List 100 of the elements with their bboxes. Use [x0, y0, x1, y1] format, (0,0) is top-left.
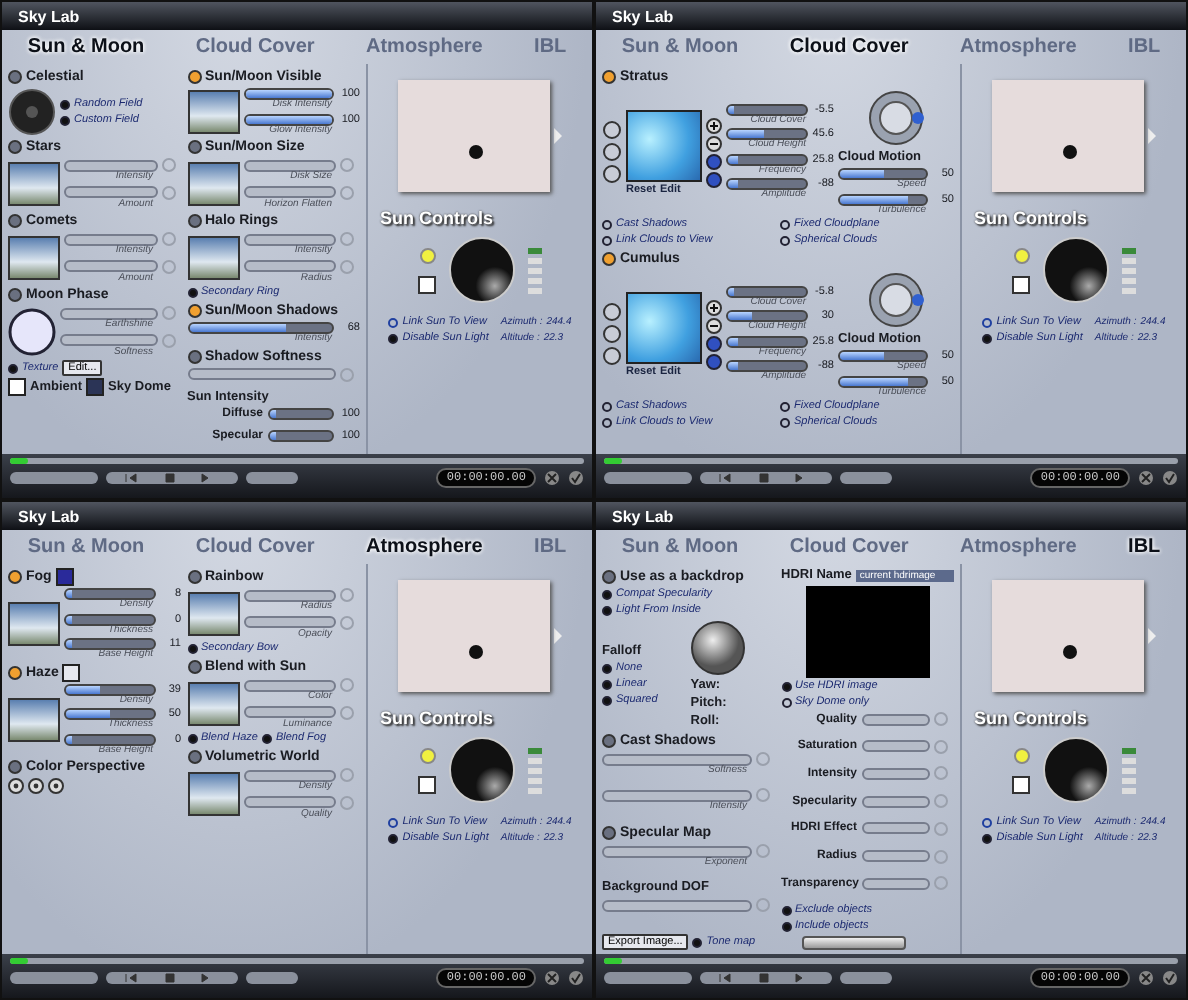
radio-dot-icon[interactable] — [602, 220, 612, 230]
checkbox[interactable] — [418, 275, 436, 293]
color-swatch[interactable] — [86, 378, 104, 396]
indicator-light-icon[interactable] — [602, 70, 616, 84]
radio-dot-icon[interactable] — [602, 236, 612, 246]
radio-dot-icon[interactable] — [982, 818, 993, 828]
slider[interactable] — [64, 708, 155, 720]
sun-dot-icon[interactable] — [1062, 144, 1078, 160]
checkbox[interactable] — [1012, 775, 1030, 793]
dropdown-menu[interactable] — [801, 936, 905, 951]
slider[interactable] — [726, 335, 808, 347]
toolbar-buttons[interactable] — [604, 472, 692, 484]
slider[interactable] — [726, 153, 808, 165]
radio-dot-icon[interactable] — [781, 906, 791, 917]
indicator-light-icon[interactable] — [187, 660, 201, 674]
frame-stepper[interactable] — [246, 472, 298, 484]
toolbar-buttons[interactable] — [604, 972, 692, 984]
playback-controls[interactable] — [700, 472, 832, 484]
indicator-light-icon[interactable] — [187, 570, 201, 584]
indicator-light-icon[interactable] — [187, 750, 201, 764]
radio-dot-icon[interactable] — [602, 590, 612, 600]
playback-controls[interactable] — [700, 972, 832, 984]
sun-dial[interactable] — [1042, 736, 1110, 804]
direction-dial[interactable] — [866, 88, 926, 148]
timeline-slider[interactable] — [604, 458, 1178, 464]
radio-dot-icon[interactable] — [781, 682, 791, 692]
sun-dot-icon[interactable] — [468, 144, 484, 160]
slider[interactable] — [726, 128, 808, 140]
radio-dot-icon[interactable] — [388, 318, 399, 328]
indicator-light-icon[interactable] — [602, 252, 616, 266]
radio-dot-icon[interactable] — [602, 663, 612, 673]
timeline-slider[interactable] — [604, 958, 1178, 964]
radio-dot-icon[interactable] — [982, 318, 993, 328]
slider[interactable] — [187, 322, 334, 334]
check-icon[interactable] — [568, 970, 584, 986]
slider[interactable] — [267, 407, 334, 420]
indicator-light-icon[interactable] — [8, 214, 22, 228]
indicator-light-icon[interactable] — [187, 140, 201, 154]
indicator-light-icon[interactable] — [187, 304, 201, 318]
frame-stepper[interactable] — [840, 472, 892, 484]
tab[interactable]: Cloud Cover — [785, 536, 913, 558]
minus-icon[interactable] — [706, 135, 722, 151]
slider[interactable] — [838, 168, 928, 180]
slider[interactable] — [64, 683, 155, 695]
plus-icon[interactable] — [706, 117, 722, 133]
frame-stepper[interactable] — [840, 972, 892, 984]
radio-dot-icon[interactable] — [60, 115, 70, 125]
direction-dial[interactable] — [866, 270, 926, 330]
tab[interactable]: Cloud Cover — [191, 536, 319, 558]
radio-dot-icon[interactable] — [781, 922, 791, 933]
indicator-light-icon[interactable] — [8, 288, 22, 302]
indicator-light-icon[interactable] — [8, 665, 22, 679]
indicator-light-icon[interactable] — [8, 70, 22, 84]
tab[interactable]: IBL — [1124, 536, 1165, 558]
radio-dot-icon[interactable] — [982, 834, 993, 844]
indicator-light-icon[interactable] — [187, 70, 201, 84]
slider[interactable] — [64, 588, 155, 600]
sun-dot-icon[interactable] — [1062, 644, 1078, 660]
radio-dot-icon[interactable] — [388, 334, 399, 344]
color-swatch[interactable] — [55, 568, 74, 586]
sun-dial[interactable] — [448, 236, 516, 304]
toolbar-buttons[interactable] — [10, 472, 98, 484]
playback-controls[interactable] — [106, 972, 238, 984]
slider[interactable] — [267, 429, 334, 442]
timeline-slider[interactable] — [10, 958, 584, 964]
tab[interactable]: Atmosphere — [362, 536, 487, 558]
tab[interactable]: Sun & Moon — [23, 36, 149, 58]
close-icon[interactable] — [544, 970, 560, 986]
slider[interactable] — [726, 103, 808, 115]
check-icon[interactable] — [1162, 470, 1178, 486]
color-swatch[interactable] — [8, 378, 26, 396]
indicator-light-icon[interactable] — [187, 349, 201, 363]
radio-dot-icon[interactable] — [780, 402, 790, 412]
slider[interactable] — [726, 310, 808, 322]
radio-dot-icon[interactable] — [8, 363, 18, 373]
radio-dot-icon[interactable] — [781, 698, 791, 708]
timeline-slider[interactable] — [10, 458, 584, 464]
close-icon[interactable] — [1138, 470, 1154, 486]
sun-dial[interactable] — [1042, 236, 1110, 304]
toolbar-buttons[interactable] — [10, 972, 98, 984]
checkbox[interactable] — [418, 775, 436, 793]
slider[interactable] — [726, 285, 808, 297]
indicator-light-icon[interactable] — [187, 214, 201, 228]
checkbox[interactable] — [1012, 275, 1030, 293]
indicator-light-icon[interactable] — [602, 826, 616, 840]
slider[interactable] — [64, 733, 155, 745]
indicator-light-icon[interactable] — [602, 570, 616, 584]
radio-dot-icon[interactable] — [780, 220, 790, 230]
slider[interactable] — [64, 638, 155, 650]
radio-dot-icon[interactable] — [780, 418, 790, 428]
radio-dot-icon[interactable] — [982, 334, 993, 344]
minus-icon[interactable] — [706, 317, 722, 333]
indicator-light-icon[interactable] — [8, 140, 22, 154]
sun-dot-icon[interactable] — [468, 644, 484, 660]
indicator-light-icon[interactable] — [8, 570, 22, 584]
slider[interactable] — [64, 613, 155, 625]
sphere-preview-icon[interactable] — [690, 620, 747, 676]
color-swatch[interactable] — [62, 663, 81, 681]
radio-dot-icon[interactable] — [187, 734, 197, 744]
indicator-light-icon[interactable] — [8, 760, 22, 774]
